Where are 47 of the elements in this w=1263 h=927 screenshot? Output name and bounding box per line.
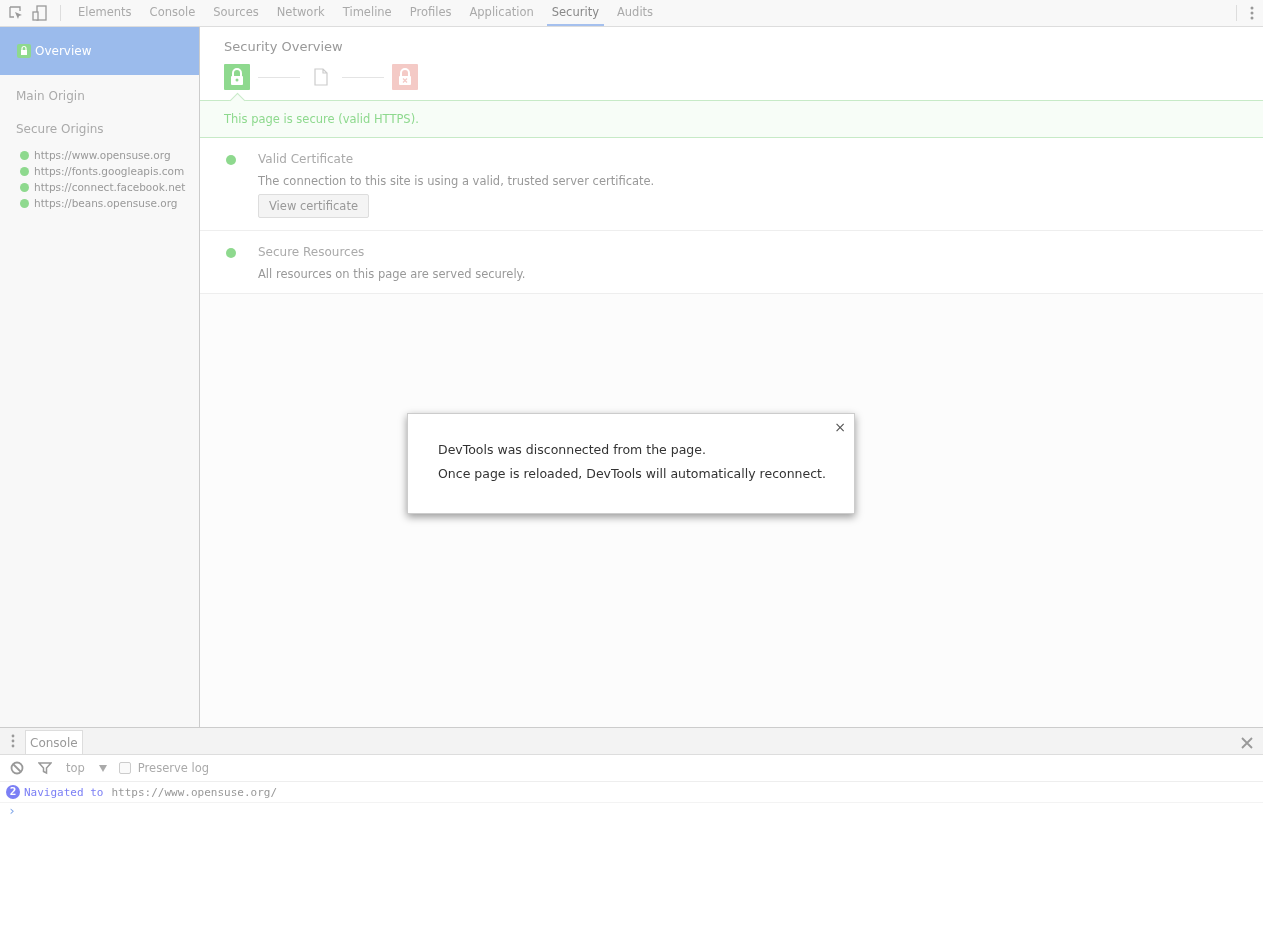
origin-url: https://beans.opensuse.org — [34, 197, 178, 209]
section-heading: Main Origin — [15, 88, 86, 105]
section-title: Valid Certificate — [258, 152, 355, 166]
panel-tab[interactable]: Timeline — [337, 0, 397, 26]
context-dropdown[interactable]: top — [66, 761, 107, 775]
panel-tab[interactable]: Application — [464, 0, 539, 26]
console-prompt[interactable]: › — [0, 803, 1263, 818]
dialog-message: Once page is reloaded, DevTools will automatically reconnect. — [438, 466, 824, 481]
panel-tab[interactable]: Audits — [611, 0, 659, 26]
console-url[interactable]: https://www.opensuse.org/ — [111, 785, 278, 799]
document-icon — [314, 68, 328, 86]
clear-icon[interactable] — [10, 761, 24, 775]
inspect-icon[interactable] — [8, 5, 24, 21]
close-icon[interactable] — [1241, 737, 1253, 749]
panel-tab[interactable]: Network — [271, 0, 330, 26]
lock-icon — [392, 64, 418, 90]
section-description: All resources on this page are served securely. — [258, 267, 526, 281]
repeat-count-badge: 2 — [6, 785, 20, 799]
device-icon[interactable] — [32, 5, 48, 21]
panel-tab[interactable]: Sources — [208, 0, 264, 26]
panel-tab[interactable]: Profiles — [404, 0, 457, 26]
overview-item[interactable]: Overview — [0, 27, 199, 75]
origin-item[interactable]: https://beans.opensuse.org — [0, 195, 199, 211]
preserve-log-checkbox[interactable]: Preserve log — [118, 761, 209, 775]
panel-tab[interactable]: Console — [144, 0, 201, 26]
origin-item[interactable]: https://connect.facebook.net — [0, 179, 199, 195]
section-description: The connection to this site is using a valid, trusted server certificate. — [258, 174, 655, 188]
close-button[interactable]: × — [832, 419, 848, 435]
console-tab[interactable]: Console — [25, 730, 83, 754]
more-icon[interactable] — [1249, 5, 1255, 21]
view-certificate-button[interactable]: View certificate — [258, 194, 369, 218]
filter-icon[interactable] — [38, 761, 52, 775]
more-icon[interactable] — [10, 733, 16, 749]
lock-icon — [17, 44, 31, 58]
summary-banner: This page is secure (valid HTTPS). — [200, 100, 1263, 138]
origin-url: https://connect.facebook.net — [34, 181, 186, 193]
origin-url: https://www.opensuse.org — [34, 149, 171, 161]
console-message: Navigated to — [24, 785, 104, 799]
panel-title: Security Overview — [224, 39, 344, 54]
origin-url: https://fonts.googleapis.com — [34, 165, 185, 177]
origin-item[interactable]: https://fonts.googleapis.com — [0, 163, 199, 179]
panel-tab[interactable]: Elements — [73, 0, 137, 26]
origin-item[interactable]: https://www.opensuse.org — [0, 147, 199, 163]
dialog-message: DevTools was disconnected from the page. — [438, 442, 707, 457]
section-title: Secure Resources — [258, 245, 366, 259]
lock-icon — [224, 64, 250, 90]
section-heading: Secure Origins — [15, 121, 105, 138]
